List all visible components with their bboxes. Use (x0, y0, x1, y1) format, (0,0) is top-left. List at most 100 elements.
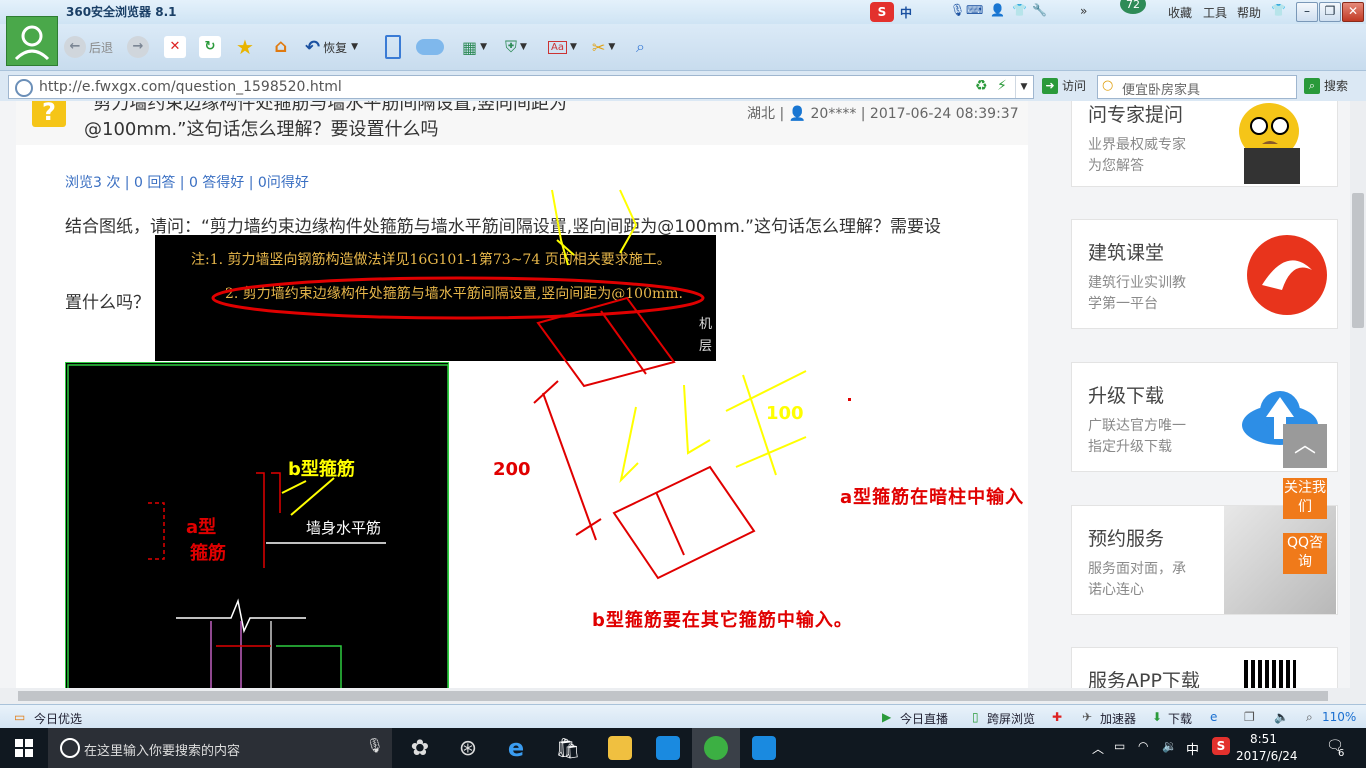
phone-button[interactable] (385, 34, 401, 60)
sidebar-card-classroom[interactable]: 建筑课堂 建筑行业实训教 学第一平台 (1071, 219, 1338, 329)
close-button[interactable]: ✕ (1342, 2, 1364, 22)
qq-consult-button[interactable]: QQ咨询 (1283, 533, 1327, 574)
taskbar-app-cross[interactable] (740, 728, 788, 768)
clock-date[interactable]: 2017/6/24 (1236, 749, 1298, 763)
blue-cross-icon (752, 736, 776, 760)
back-to-top-button[interactable]: ︿ (1283, 424, 1327, 468)
page-viewport: ? “剪力墙约束边缘构件处箍筋与墙水平筋间隔设置,竖向间距为 @100mm.”这… (0, 101, 1350, 688)
status-bar: ▭ 今日优选 ▶ 今日直播 ▯ 跨屏浏览 ✚ ✈ 加速器 ⬇ 下载 e ❐ 🔈 … (0, 704, 1366, 729)
sogou-tray-icon[interactable]: S (1212, 737, 1230, 755)
user-icon[interactable]: 👤 (990, 3, 1005, 17)
user-avatar-icon[interactable] (6, 16, 58, 66)
cross-screen-icon: ▯ (972, 710, 979, 724)
taskbar-store[interactable]: 🛍 (544, 728, 592, 768)
skin-icon[interactable]: 👕 (1012, 3, 1027, 17)
tray-up-arrow-icon[interactable]: ︿ (1092, 740, 1104, 757)
stop-icon: ✕ (164, 36, 186, 58)
home-button[interactable]: ⌂ (270, 34, 292, 60)
vertical-scroll-thumb[interactable] (1352, 193, 1364, 328)
zoom-button[interactable]: ⌕ (636, 34, 645, 60)
sidebar-card-expert[interactable]: 问专家提问 业界最权威专家 为您解答 (1071, 101, 1338, 187)
network-icon[interactable]: ▭ (1114, 739, 1125, 753)
tools-menu[interactable]: 工具 (1203, 4, 1227, 21)
speaker-icon[interactable]: 🔉 (1162, 739, 1177, 753)
taskbar-app-2[interactable]: ⊛ (444, 728, 492, 768)
site-icon (15, 79, 33, 97)
question-meta: 湖北 | 👤 20**** | 2017-06-24 08:39:37 (747, 106, 1019, 122)
horizontal-scroll-thumb[interactable] (18, 691, 1328, 701)
back-button[interactable]: ← 后退 (64, 34, 113, 60)
taskbar-360-browser[interactable] (692, 728, 740, 768)
medkit-icon[interactable]: ✚ (1052, 710, 1062, 724)
wifi-icon[interactable]: ◠ (1138, 739, 1148, 753)
cross-screen-link[interactable]: 跨屏浏览 (987, 710, 1035, 727)
zoom-icon: ⌕ (1306, 710, 1313, 724)
search-input[interactable]: 便宜卧房家具 (1122, 79, 1200, 98)
address-bar[interactable]: http://e.fwxgx.com/question_1598520.html… (8, 75, 1034, 99)
more-icon[interactable]: » (1080, 4, 1087, 18)
ie-icon[interactable]: e (1210, 710, 1217, 724)
address-dropdown-icon[interactable]: ▼ (1015, 76, 1032, 98)
wall-rebar-label: 墙身水平筋 (306, 519, 382, 537)
taskbar-search-input[interactable]: 在这里输入你要搜索的内容 (84, 740, 240, 759)
clock-time[interactable]: 8:51 (1250, 732, 1277, 746)
cloud-button[interactable] (416, 34, 444, 60)
maximize-button[interactable]: ❐ (1319, 2, 1341, 22)
skin-shirt-icon[interactable]: 👕 (1271, 3, 1286, 17)
zoom-level[interactable]: 110% (1322, 710, 1356, 724)
lightning-icon[interactable]: ⚡ (997, 78, 1007, 94)
recycle-icon[interactable]: ♻ (975, 78, 988, 94)
back-arrow-icon: ← (64, 36, 86, 58)
taskbar-explorer[interactable] (596, 728, 644, 768)
taskbar-glodon[interactable] (644, 728, 692, 768)
vertical-scrollbar[interactable] (1350, 101, 1366, 688)
microphone-icon[interactable]: 🎙 (366, 738, 384, 754)
keyboard-icon[interactable]: ⌨ (966, 3, 983, 17)
volume-icon[interactable]: 🔈 (1274, 710, 1289, 724)
browser-360-icon (704, 736, 728, 760)
today-live-link[interactable]: 今日直播 (900, 710, 948, 727)
stop-button[interactable]: ✕ (164, 34, 186, 60)
taskbar-edge[interactable]: e (492, 728, 540, 768)
taskbar-search[interactable]: 在这里输入你要搜索的内容 🎙 (48, 728, 392, 768)
start-button[interactable] (0, 728, 48, 768)
search-button[interactable]: ⌕ 搜索 (1304, 77, 1348, 94)
forward-button[interactable]: → (127, 34, 149, 60)
refresh-button[interactable]: ↻ (199, 34, 221, 60)
question-title-line1: “剪力墙约束边缘构件处箍筋与墙水平筋间隔设置,竖向间距为 (84, 101, 568, 114)
address-row: http://e.fwxgx.com/question_1598520.html… (0, 71, 1366, 102)
favorites-menu[interactable]: 收藏 (1168, 4, 1192, 21)
accelerator-link[interactable]: 加速器 (1100, 710, 1136, 727)
folder-icon (608, 736, 632, 760)
wrench-icon[interactable]: 🔧 (1032, 3, 1047, 17)
note-line1: 注:1. 剪力墙竖向钢筋构造做法详见16G101-1第73~74 页的相关要求施… (191, 252, 671, 268)
search-engine-icon[interactable]: ○ (1102, 78, 1113, 93)
url-text[interactable]: http://e.fwxgx.com/question_1598520.html (39, 79, 342, 95)
ime-mode-icon[interactable]: 中 (900, 4, 912, 21)
security-button[interactable]: ⛨ ▼ (505, 34, 527, 60)
search-box[interactable]: ○ 便宜卧房家具 (1097, 75, 1297, 99)
window-icon[interactable]: ❐ (1244, 710, 1255, 724)
today-picks-link[interactable]: 今日优选 (34, 710, 82, 727)
go-button[interactable]: ➜ 访问 (1042, 77, 1086, 94)
sogou-ime-icon[interactable]: S (870, 2, 894, 22)
recommend-icon: ▭ (14, 710, 26, 724)
chevron-up-icon: ︿ (1293, 433, 1316, 458)
question-stats: 浏览3 次 | 0 回答 | 0 答得好 | 0问得好 (65, 175, 309, 191)
screenshot-button[interactable]: ✂ ▼ (592, 34, 615, 60)
horizontal-scrollbar[interactable] (0, 688, 1366, 704)
taskbar-app-1[interactable]: ✿ (396, 728, 444, 768)
note-line2: 2. 剪力墙约束边缘构件处箍筋与墙水平筋间隔设置,竖向间距为@100mm. (225, 286, 683, 302)
ime-indicator[interactable]: 中 (1186, 739, 1199, 758)
mic-icon[interactable]: 🎙 (950, 3, 965, 17)
download-link[interactable]: 下载 (1168, 710, 1192, 727)
sidebar-card-app[interactable]: 服务APP下载 (1071, 647, 1338, 688)
favorite-star-button[interactable]: ★ (234, 34, 256, 60)
magnifier-icon: ⌕ (636, 37, 645, 56)
minimize-button[interactable]: – (1296, 2, 1318, 22)
follow-us-button[interactable]: 关注我们 (1283, 478, 1327, 519)
restore-button[interactable]: ↶ 恢复 ▼ (305, 34, 358, 60)
translate-button[interactable]: Aa ▼ (548, 34, 577, 60)
help-menu[interactable]: 帮助 (1237, 4, 1261, 21)
apps-button[interactable]: ▦ ▼ (462, 34, 487, 60)
